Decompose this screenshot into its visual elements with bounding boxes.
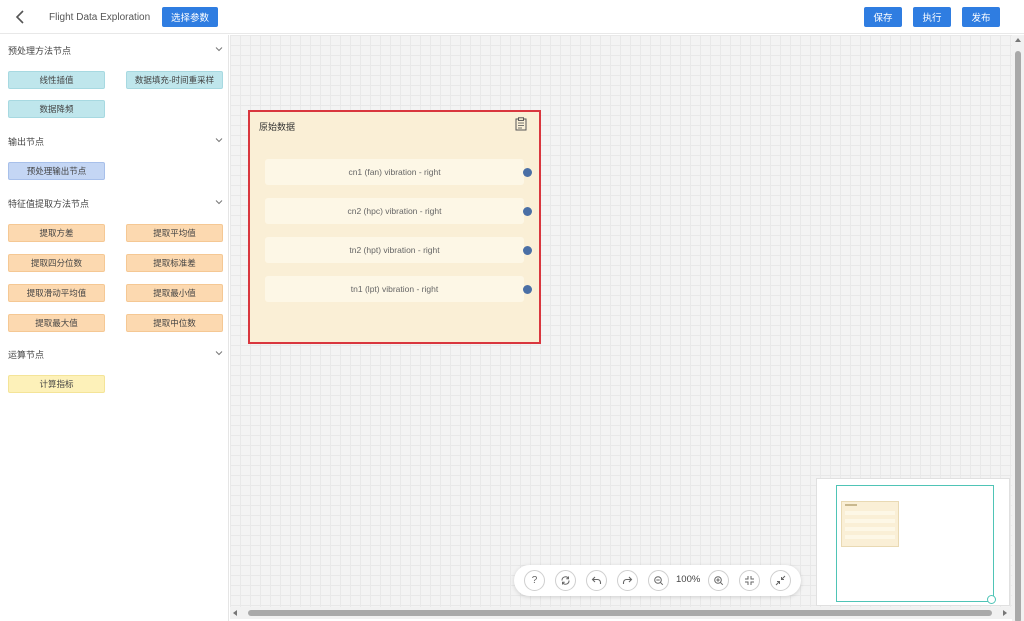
back-arrow-icon[interactable] xyxy=(12,8,30,26)
zoom-out-icon[interactable] xyxy=(648,570,669,591)
port-row: tn2 (hpt) vibration - right xyxy=(265,237,532,263)
output-port[interactable] xyxy=(523,207,532,216)
node-max[interactable]: 提取最大值 xyxy=(8,314,105,332)
help-icon[interactable]: ? xyxy=(524,570,545,591)
scroll-up-icon[interactable] xyxy=(1015,38,1021,42)
horizontal-scrollbar[interactable] xyxy=(230,607,1012,619)
vertical-scrollbar[interactable] xyxy=(1012,35,1024,621)
port-label: cn1 (fan) vibration - right xyxy=(348,167,441,177)
port-row: cn2 (hpc) vibration - right xyxy=(265,198,532,224)
fit-view-icon[interactable] xyxy=(739,570,760,591)
node-palette-sidebar: 预处理方法节点 线性插值 数据填充-时间重采样 数据降频 输出节点 预处理输出节… xyxy=(0,35,229,621)
redo-icon[interactable] xyxy=(617,570,638,591)
node-title: 原始数据 xyxy=(259,122,296,132)
node-linear-interpolation[interactable]: 线性插值 xyxy=(8,71,105,89)
node-compute-metric[interactable]: 计算指标 xyxy=(8,375,105,393)
node-mean[interactable]: 提取平均值 xyxy=(126,224,223,242)
group-header-preprocess[interactable]: 预处理方法节点 xyxy=(8,44,223,58)
group-title: 特征值提取方法节点 xyxy=(8,199,90,209)
chevron-down-icon xyxy=(215,200,223,205)
node-min[interactable]: 提取最小值 xyxy=(126,284,223,302)
raw-data-node[interactable]: 原始数据 cn1 (fan) vibration - right cn2 (hp… xyxy=(248,110,541,344)
group-title: 预处理方法节点 xyxy=(8,46,72,56)
chevron-down-icon xyxy=(215,47,223,52)
app-title: Flight Data Exploration xyxy=(49,12,151,23)
port-row: cn1 (fan) vibration - right xyxy=(265,159,532,185)
node-quartile[interactable]: 提取四分位数 xyxy=(8,254,105,272)
chevron-down-icon xyxy=(215,351,223,356)
port-label: tn1 (lpt) vibration - right xyxy=(350,284,439,294)
group-header-output[interactable]: 输出节点 xyxy=(8,135,223,149)
chevron-down-icon xyxy=(215,138,223,143)
canvas-toolbar: ? 100% xyxy=(514,565,801,596)
select-params-button[interactable]: 选择参数 xyxy=(162,7,218,27)
minimap-resize-handle[interactable] xyxy=(987,595,996,604)
minimap-node xyxy=(841,501,899,547)
output-port[interactable] xyxy=(523,246,532,255)
zoom-level: 100% xyxy=(676,574,701,585)
output-port[interactable] xyxy=(523,168,532,177)
node-median[interactable]: 提取中位数 xyxy=(126,314,223,332)
node-std[interactable]: 提取标准差 xyxy=(126,254,223,272)
minimap[interactable] xyxy=(816,478,1010,606)
refresh-icon[interactable] xyxy=(555,570,576,591)
publish-button[interactable]: 发布 xyxy=(962,7,1000,27)
group-title: 运算节点 xyxy=(8,350,45,360)
scroll-left-icon[interactable] xyxy=(233,610,237,616)
node-preprocess-output[interactable]: 预处理输出节点 xyxy=(8,162,105,180)
zoom-in-icon[interactable] xyxy=(708,570,729,591)
port-row: tn1 (lpt) vibration - right xyxy=(265,276,532,302)
port-label: tn2 (hpt) vibration - right xyxy=(349,245,440,255)
save-button[interactable]: 保存 xyxy=(864,7,902,27)
group-header-feature[interactable]: 特征值提取方法节点 xyxy=(8,197,223,211)
node-resample-fill[interactable]: 数据填充-时间重采样 xyxy=(126,71,223,89)
horizontal-scroll-thumb[interactable] xyxy=(248,610,992,616)
group-header-compute[interactable]: 运算节点 xyxy=(8,348,223,362)
scroll-right-icon[interactable] xyxy=(1003,610,1007,616)
top-bar: Flight Data Exploration 选择参数 保存 执行 发布 xyxy=(0,0,1024,34)
vertical-scroll-thumb[interactable] xyxy=(1015,51,1021,621)
node-variance[interactable]: 提取方差 xyxy=(8,224,105,242)
run-button[interactable]: 执行 xyxy=(913,7,951,27)
port-label: cn2 (hpc) vibration - right xyxy=(347,206,442,216)
node-downsample[interactable]: 数据降频 xyxy=(8,100,105,118)
clipboard-icon[interactable] xyxy=(515,117,527,131)
group-title: 输出节点 xyxy=(8,137,45,147)
shrink-icon[interactable] xyxy=(770,570,791,591)
node-moving-average[interactable]: 提取滑动平均值 xyxy=(8,284,105,302)
undo-icon[interactable] xyxy=(586,570,607,591)
output-port[interactable] xyxy=(523,285,532,294)
